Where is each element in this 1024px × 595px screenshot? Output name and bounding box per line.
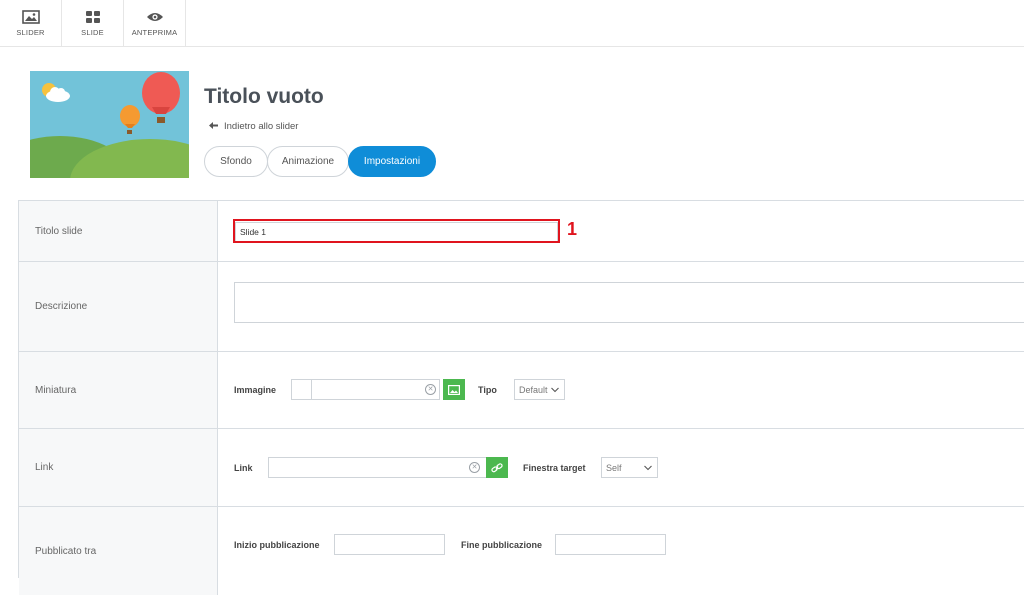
link-input[interactable]	[268, 457, 487, 478]
miniatura-label: Miniatura	[19, 352, 218, 428]
finestra-target-select[interactable]: Self	[601, 457, 658, 478]
anteprima-toolbar-button[interactable]: ANTEPRIMA	[124, 0, 186, 46]
balloon-landscape-image	[30, 71, 189, 178]
select-image-button[interactable]	[443, 379, 465, 400]
slide-settings-form: Titolo slide Slide 1 Descrizione Miniatu…	[18, 200, 1024, 595]
immagine-label: Immagine	[234, 385, 277, 395]
tipo-select-value: Default	[519, 384, 548, 395]
slide-thumbnail	[30, 71, 189, 178]
grid-icon	[85, 10, 100, 23]
descrizione-label: Descrizione	[19, 262, 218, 351]
anteprima-toolbar-label: ANTEPRIMA	[131, 27, 178, 37]
top-toolbar: SLIDER SLIDE ANTEPRIMA	[0, 0, 1024, 47]
inizio-pubblicazione-input[interactable]	[334, 534, 445, 555]
slide-toolbar-label: SLIDE	[81, 27, 104, 37]
finestra-target-label: Finestra target	[523, 463, 586, 473]
arrow-left-icon	[209, 121, 218, 132]
eye-icon	[146, 12, 163, 21]
clear-link-icon[interactable]: ✕	[469, 462, 480, 473]
row-descrizione: Descrizione	[19, 262, 1024, 352]
image-icon	[21, 9, 40, 24]
finestra-target-value: Self	[606, 462, 622, 473]
settings-tabs: Sfondo Animazione Impostazioni	[204, 146, 436, 177]
annotation-marker: 1	[567, 219, 578, 239]
chevron-down-icon	[551, 387, 559, 392]
descrizione-textarea[interactable]	[234, 282, 1024, 323]
tipo-label: Tipo	[478, 385, 497, 395]
tab-animazione[interactable]: Animazione	[267, 146, 349, 177]
row-link: Link Link ✕ Finestra target Self	[19, 429, 1024, 507]
tab-impostazioni[interactable]: Impostazioni	[348, 146, 436, 177]
link-row-label: Link	[19, 429, 218, 506]
slider-toolbar-button[interactable]: SLIDER	[0, 0, 62, 46]
slider-toolbar-label: SLIDER	[16, 27, 45, 37]
fine-pubblicazione-label: Fine pubblicazione	[461, 540, 543, 550]
link-field-label: Link	[234, 463, 253, 473]
pubblicato-label: Pubblicato tra	[19, 507, 218, 595]
link-icon	[491, 462, 503, 472]
titolo-slide-label: Titolo slide	[19, 201, 218, 261]
select-link-button[interactable]	[486, 457, 508, 478]
page-title: Titolo vuoto	[204, 85, 324, 108]
image-icon	[448, 384, 460, 395]
row-pubblicato: Pubblicato tra Inizio pubblicazione Fine…	[19, 507, 1024, 595]
immagine-input[interactable]	[291, 379, 440, 400]
fine-pubblicazione-input[interactable]	[555, 534, 666, 555]
inizio-pubblicazione-label: Inizio pubblicazione	[234, 540, 320, 550]
tipo-select[interactable]: Default	[514, 379, 565, 400]
tab-sfondo[interactable]: Sfondo	[204, 146, 268, 177]
slide-header: Titolo vuoto Indietro allo slider Sfondo…	[0, 47, 1024, 200]
image-preview-box	[292, 380, 312, 399]
clear-image-icon[interactable]: ✕	[425, 384, 436, 395]
back-link-label: Indietro allo slider	[224, 121, 299, 132]
row-miniatura: Miniatura Immagine ✕ Tipo Default	[19, 352, 1024, 429]
highlight-box	[233, 219, 560, 243]
slide-toolbar-button[interactable]: SLIDE	[62, 0, 124, 46]
back-to-slider-link[interactable]: Indietro allo slider	[209, 121, 298, 132]
chevron-down-icon	[644, 465, 652, 470]
